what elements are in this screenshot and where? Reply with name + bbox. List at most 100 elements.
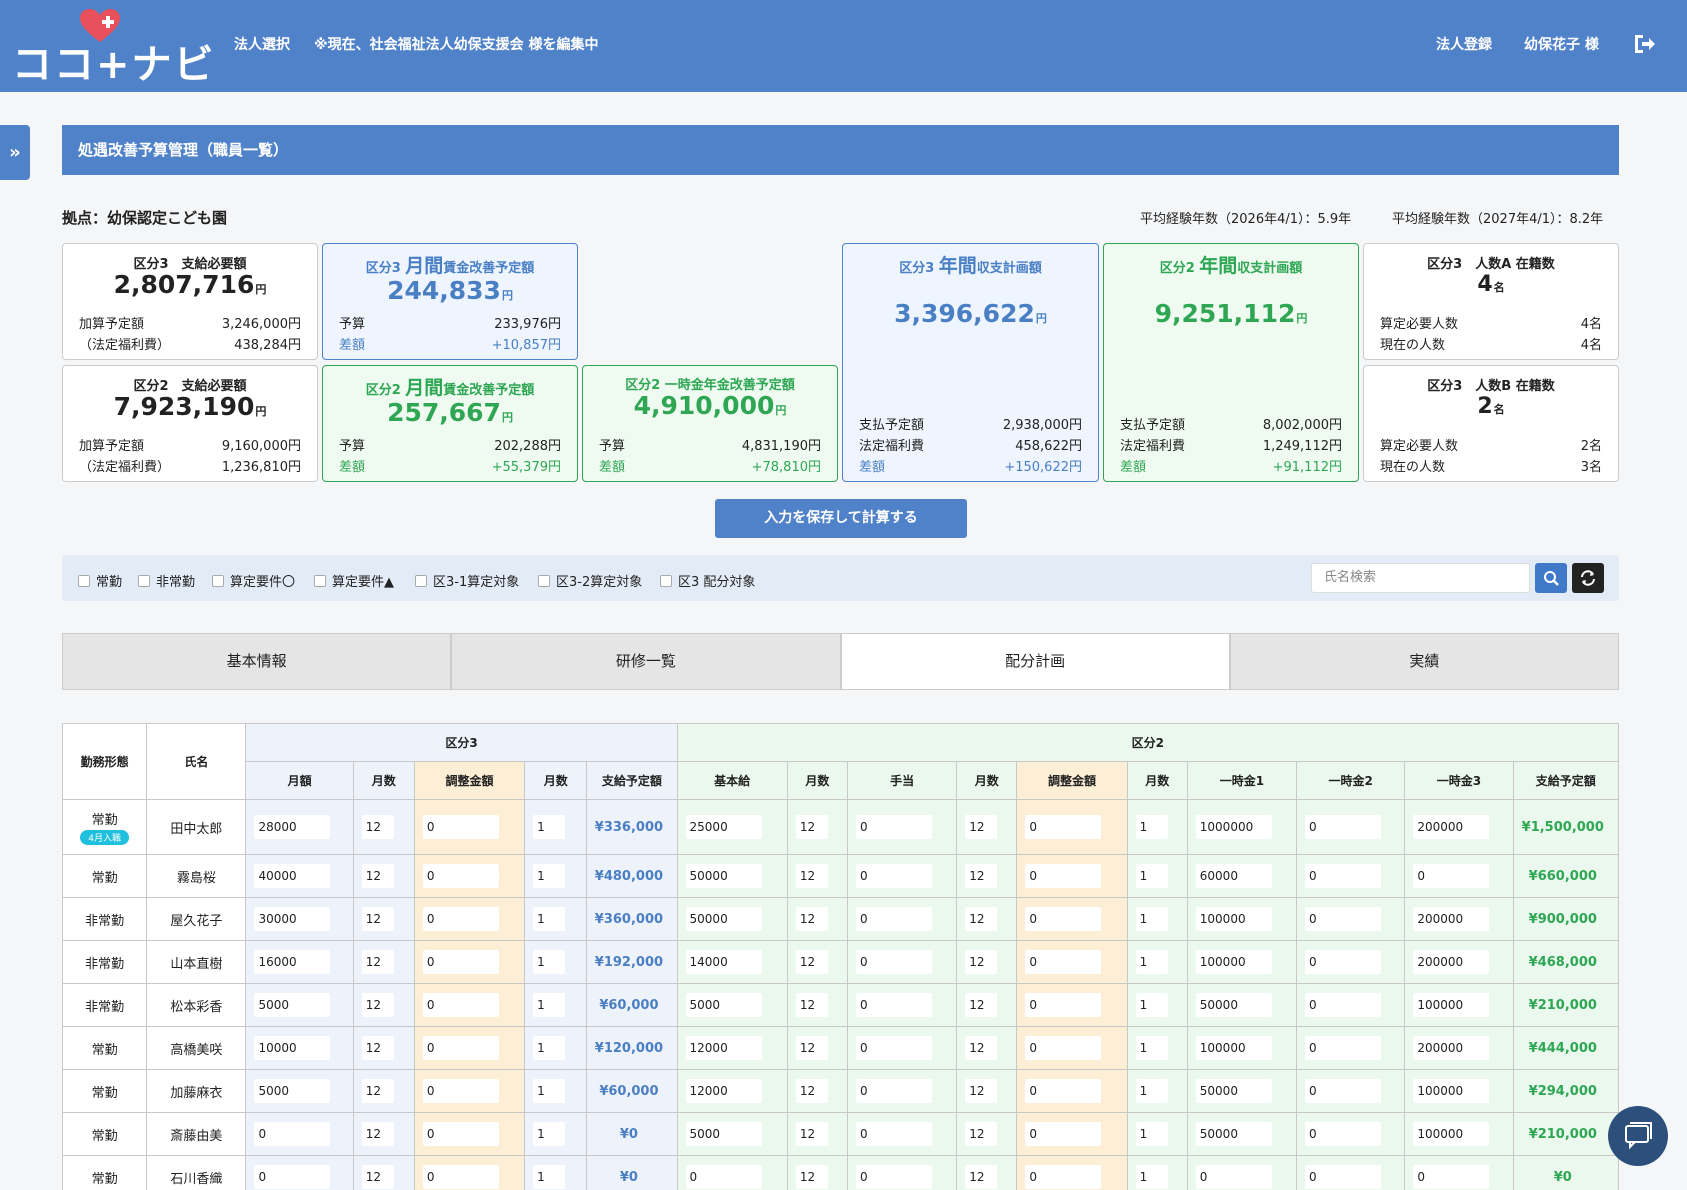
k2-input[interactable]: 0	[1025, 950, 1102, 974]
k2-input[interactable]: 1	[1135, 1122, 1168, 1146]
k2-input[interactable]: 100000	[1195, 1036, 1272, 1060]
k2-input[interactable]: 0	[1305, 815, 1382, 839]
k2-input[interactable]: 0	[855, 950, 932, 974]
k3-input[interactable]: 5000	[254, 993, 331, 1017]
k2-input[interactable]: 1	[1135, 1079, 1168, 1103]
k3-input[interactable]: 0	[422, 815, 499, 839]
k2-input[interactable]: 0	[1305, 907, 1382, 931]
k2-input[interactable]: 0	[1413, 1165, 1490, 1189]
k2-input[interactable]: 200000	[1413, 950, 1490, 974]
k3-input[interactable]: 1	[533, 1165, 566, 1189]
k2-input[interactable]: 50000	[1195, 993, 1272, 1017]
employee-name[interactable]: 高橋美咲	[146, 1026, 247, 1070]
k2-input[interactable]: 12	[795, 1036, 828, 1060]
employee-name[interactable]: 石川香織	[146, 1155, 247, 1190]
k2-input[interactable]: 0	[855, 1122, 932, 1146]
k3-input[interactable]: 0	[422, 993, 499, 1017]
k2-input[interactable]: 12	[795, 1079, 828, 1103]
k2-input[interactable]: 0	[1025, 1036, 1102, 1060]
k2-input[interactable]: 0	[1025, 1079, 1102, 1103]
k3-input[interactable]: 0	[422, 950, 499, 974]
k2-input[interactable]: 50000	[685, 864, 762, 888]
k2-input[interactable]: 12	[965, 1079, 998, 1103]
employee-name[interactable]: 屋久花子	[146, 897, 247, 941]
employee-name[interactable]: 霧島桜	[146, 854, 247, 898]
checkbox-box[interactable]	[538, 574, 550, 587]
k2-input[interactable]: 60000	[1195, 864, 1272, 888]
checkbox-box[interactable]	[78, 574, 90, 587]
k3-input[interactable]: 12	[361, 1079, 394, 1103]
k2-input[interactable]: 25000	[685, 815, 762, 839]
k2-input[interactable]: 1	[1135, 815, 1168, 839]
k2-input[interactable]: 0	[1025, 1165, 1102, 1189]
filter-req-warn-checkbox[interactable]: 算定要件▲	[314, 571, 394, 590]
k2-input[interactable]: 0	[855, 864, 932, 888]
k3-input[interactable]: 0	[254, 1122, 331, 1146]
k3-input[interactable]: 1	[533, 815, 566, 839]
k2-input[interactable]: 14000	[685, 950, 762, 974]
k3-input[interactable]: 0	[422, 1036, 499, 1060]
k2-input[interactable]: 50000	[1195, 1122, 1272, 1146]
name-search-input[interactable]: 氏名検索	[1311, 563, 1530, 593]
checkbox-box[interactable]	[138, 574, 150, 587]
k3-input[interactable]: 0	[422, 1165, 499, 1189]
k3-input[interactable]: 12	[361, 1036, 394, 1060]
k2-input[interactable]: 0	[855, 1079, 932, 1103]
filter-fulltime-checkbox[interactable]: 常勤	[78, 571, 122, 590]
k2-input[interactable]: 12	[795, 907, 828, 931]
k2-input[interactable]: 0	[1025, 993, 1102, 1017]
k2-input[interactable]: 12	[795, 993, 828, 1017]
k2-input[interactable]: 1	[1135, 993, 1168, 1017]
checkbox-box[interactable]	[212, 574, 224, 587]
k3-input[interactable]: 0	[422, 1079, 499, 1103]
k2-input[interactable]: 12	[795, 1122, 828, 1146]
k2-input[interactable]: 0	[1025, 1122, 1102, 1146]
k3-input[interactable]: 12	[361, 1122, 394, 1146]
k3-input[interactable]: 10000	[254, 1036, 331, 1060]
k2-input[interactable]: 0	[855, 815, 932, 839]
k3-input[interactable]: 16000	[254, 950, 331, 974]
k2-input[interactable]: 0	[1305, 1079, 1382, 1103]
k2-input[interactable]: 12	[965, 1165, 998, 1189]
k2-input[interactable]: 12000	[685, 1036, 762, 1060]
k2-input[interactable]: 50000	[1195, 1079, 1272, 1103]
chat-button[interactable]	[1608, 1106, 1668, 1166]
app-logo[interactable]: ココ+ナビ	[12, 8, 214, 88]
k3-input[interactable]: 28000	[254, 815, 331, 839]
checkbox-box[interactable]	[660, 574, 672, 587]
k2-input[interactable]: 100000	[1195, 950, 1272, 974]
filter-k3-2-checkbox[interactable]: 区3-2算定対象	[538, 571, 642, 590]
user-name[interactable]: 幼保花子 様	[1524, 34, 1599, 54]
k3-input[interactable]: 1	[533, 1036, 566, 1060]
k3-input[interactable]: 5000	[254, 1079, 331, 1103]
k3-input[interactable]: 12	[361, 993, 394, 1017]
k2-input[interactable]: 12	[795, 950, 828, 974]
k2-input[interactable]: 1	[1135, 907, 1168, 931]
employee-name[interactable]: 斎藤由美	[146, 1112, 247, 1156]
k2-input[interactable]: 1	[1135, 1165, 1168, 1189]
k2-input[interactable]: 12	[795, 815, 828, 839]
search-button[interactable]	[1535, 563, 1567, 593]
k2-input[interactable]: 12	[965, 1122, 998, 1146]
k3-input[interactable]: 0	[254, 1165, 331, 1189]
k2-input[interactable]: 0	[855, 1036, 932, 1060]
k2-input[interactable]: 200000	[1413, 907, 1490, 931]
k2-input[interactable]: 0	[1305, 1036, 1382, 1060]
k2-input[interactable]: 0	[1195, 1165, 1272, 1189]
k2-input[interactable]: 0	[1305, 950, 1382, 974]
corp-register-link[interactable]: 法人登録	[1436, 34, 1492, 54]
k2-input[interactable]: 1	[1135, 950, 1168, 974]
k2-input[interactable]: 0	[855, 1165, 932, 1189]
k2-input[interactable]: 0	[1305, 864, 1382, 888]
k2-input[interactable]: 0	[1413, 864, 1490, 888]
k2-input[interactable]: 12	[965, 950, 998, 974]
k2-input[interactable]: 12	[965, 864, 998, 888]
k3-input[interactable]: 12	[361, 864, 394, 888]
k2-input[interactable]: 0	[685, 1165, 762, 1189]
checkbox-box[interactable]	[314, 574, 326, 587]
k2-input[interactable]: 12	[965, 993, 998, 1017]
k3-input[interactable]: 1	[533, 1079, 566, 1103]
k2-input[interactable]: 200000	[1413, 1036, 1490, 1060]
tab-basic-info[interactable]: 基本情報	[62, 633, 452, 690]
k2-input[interactable]: 5000	[685, 993, 762, 1017]
